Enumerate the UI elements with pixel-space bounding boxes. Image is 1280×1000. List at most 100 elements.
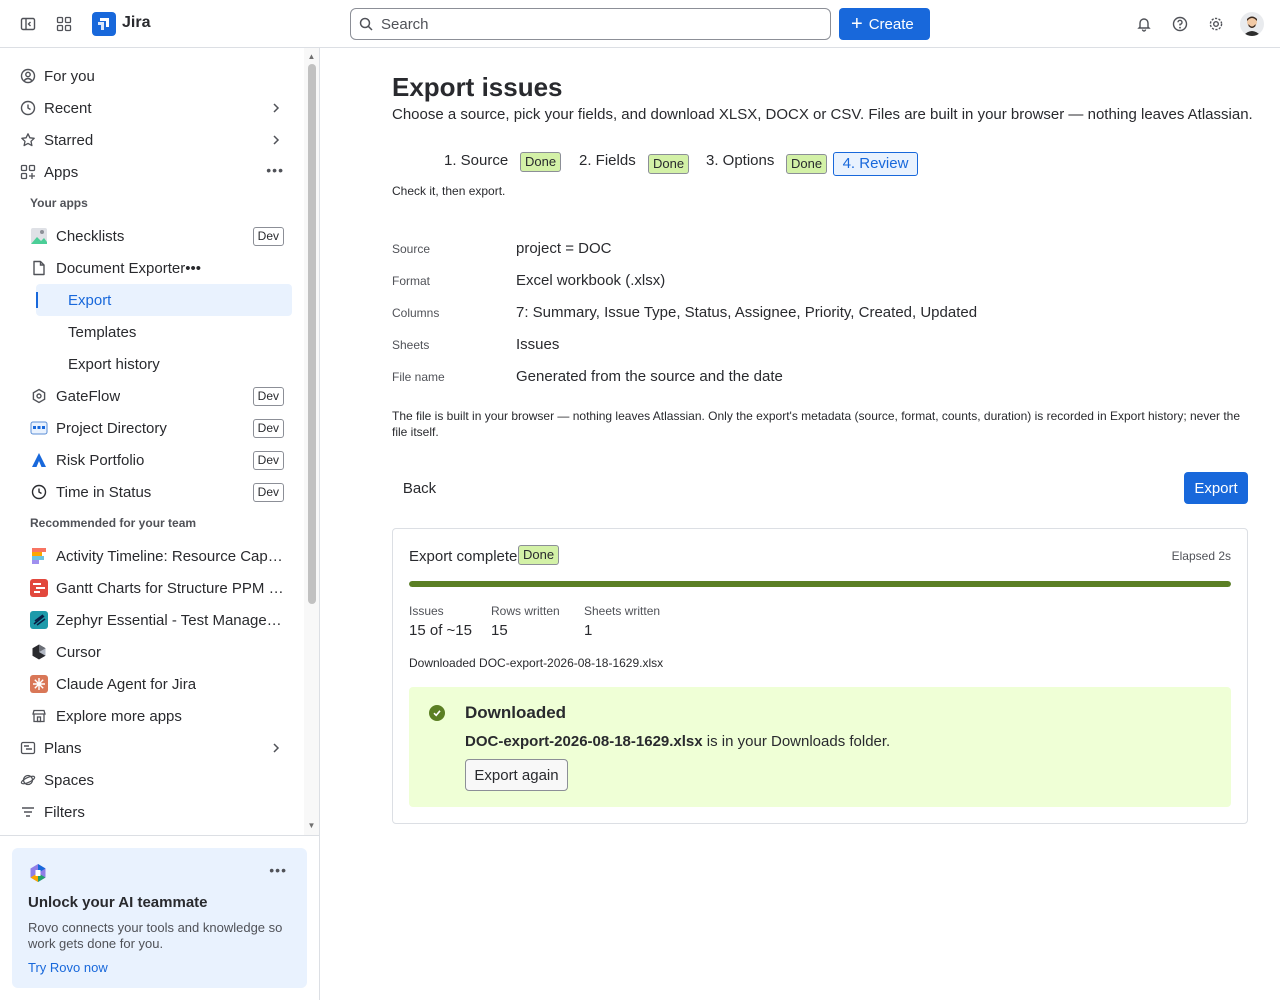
sidebar-item-gateflow[interactable]: GateFlow Dev xyxy=(24,380,292,412)
recommended-heading: Recommended for your team xyxy=(30,516,197,530)
sidebar-navigation: For you Recent Starred Apps ••• Your app… xyxy=(0,48,304,835)
rovo-promo-card: ••• Unlock your AI teammate Rovo connect… xyxy=(12,848,307,988)
dev-badge: Dev xyxy=(252,483,284,502)
sidebar-item-label: Plans xyxy=(44,739,82,757)
sidebar-item-templates[interactable]: Templates xyxy=(36,316,292,348)
privacy-note: The file is built in your browser — noth… xyxy=(392,409,1241,439)
app-label: Project Directory xyxy=(56,419,167,437)
step-review[interactable]: 4. Review xyxy=(833,152,918,176)
sidebar-item-document-exporter[interactable]: Document Exporter ••• xyxy=(24,252,292,284)
sidebar-item-starred[interactable]: Starred xyxy=(12,124,292,156)
cursor-app-icon xyxy=(30,643,48,661)
export-button[interactable]: Export xyxy=(1184,472,1248,504)
app-label: Cursor xyxy=(56,643,102,661)
stat-label-sheets: Sheets written xyxy=(584,604,661,618)
sidebar-item-risk-portfolio[interactable]: Risk Portfolio Dev xyxy=(24,444,292,476)
your-apps-heading: Your apps xyxy=(30,196,88,210)
search-input[interactable]: Search xyxy=(350,8,831,40)
more-icon[interactable]: ••• xyxy=(266,162,284,178)
sidebar-item-claude-agent[interactable]: Claude Agent for Jira xyxy=(24,668,292,700)
summary-label-columns: Columns xyxy=(392,306,440,320)
create-button[interactable]: + Create xyxy=(839,8,930,40)
chevron-right-icon[interactable] xyxy=(268,740,284,756)
step-options[interactable]: 3. Options xyxy=(706,152,774,169)
dev-badge: Dev xyxy=(252,451,284,470)
status-badge: Done xyxy=(786,154,828,174)
sidebar-item-filters[interactable]: Filters xyxy=(12,796,292,828)
scroll-up-icon[interactable]: ▲ xyxy=(307,52,316,61)
help-icon[interactable] xyxy=(1168,12,1192,36)
sidebar-item-explore-apps[interactable]: Explore more apps xyxy=(24,700,292,732)
summary-value-sheets: Issues xyxy=(516,336,560,353)
stat-value-sheets: 1 xyxy=(584,622,593,639)
stat-value-rows: 15 xyxy=(491,622,508,639)
checklists-app-icon xyxy=(30,227,48,245)
app-label: Time in Status xyxy=(56,483,152,501)
success-suffix: is in your Downloads folder. xyxy=(702,733,891,750)
sidebar-item-export-history[interactable]: Export history xyxy=(36,348,292,380)
scroll-down-icon[interactable]: ▼ xyxy=(307,821,316,830)
downloaded-file-line: Downloaded DOC-export-2026-08-18-1629.xl… xyxy=(409,656,664,670)
sidebar-item-label: Spaces xyxy=(44,771,95,789)
sidebar-item-spaces[interactable]: Spaces xyxy=(12,764,292,796)
summary-label-source: Source xyxy=(392,242,431,256)
summary-label-sheets: Sheets xyxy=(392,338,430,352)
sidebar-item-plans[interactable]: Plans xyxy=(12,732,292,764)
more-icon[interactable]: ••• xyxy=(185,260,201,277)
app-label: Claude Agent for Jira xyxy=(56,675,197,693)
sidebar-item-recent[interactable]: Recent xyxy=(12,92,292,124)
progress-bar xyxy=(409,581,1231,587)
rovo-title: Unlock your AI teammate xyxy=(28,894,208,911)
export-result-panel: Export complete Done Elapsed 2s Issues 1… xyxy=(392,528,1248,824)
sidebar-item-project-directory[interactable]: Project Directory Dev xyxy=(24,412,292,444)
sidebar: For you Recent Starred Apps ••• Your app… xyxy=(0,48,320,1000)
sidebar-item-checklists[interactable]: Checklists Dev xyxy=(24,220,292,252)
sidebar-item-apps[interactable]: Apps ••• xyxy=(12,156,292,188)
step-fields[interactable]: 2. Fields xyxy=(579,152,636,169)
summary-value-columns: 7: Summary, Issue Type, Status, Assignee… xyxy=(516,304,978,321)
sidebar-item-export[interactable]: Export xyxy=(36,284,292,316)
success-message: Downloaded DOC-export-2026-08-18-1629.xl… xyxy=(409,687,1231,807)
sidebar-item-cursor[interactable]: Cursor xyxy=(24,636,292,668)
app-label: Explore more apps xyxy=(56,707,182,725)
app-switcher-icon[interactable] xyxy=(52,12,76,36)
step-source[interactable]: 1. Source xyxy=(444,152,508,169)
risk-portfolio-app-icon xyxy=(30,451,48,469)
planet-icon xyxy=(20,772,36,788)
sidebar-toggle-icon[interactable] xyxy=(16,12,40,36)
summary-value-format: Excel workbook (.xlsx) xyxy=(516,272,666,289)
dev-badge: Dev xyxy=(252,387,284,406)
gateflow-app-icon xyxy=(30,387,48,405)
sidebar-item-zephyr[interactable]: Zephyr Essential - Test Management xyxy=(24,604,292,636)
sidebar-item-activity-timeline[interactable]: Activity Timeline: Resource Capacity Pla… xyxy=(24,540,292,572)
page-title: Export issues xyxy=(392,72,563,102)
sidebar-item-time-in-status[interactable]: Time in Status Dev xyxy=(24,476,292,508)
chevron-right-icon[interactable] xyxy=(268,100,284,116)
sidebar-scrollbar[interactable]: ▲ ▼ xyxy=(304,48,319,835)
back-button[interactable]: Back xyxy=(392,472,447,504)
create-button-label: Create xyxy=(868,15,914,33)
notifications-icon[interactable] xyxy=(1132,12,1156,36)
more-icon[interactable]: ••• xyxy=(269,862,287,878)
project-directory-app-icon xyxy=(30,419,48,437)
app-label: Risk Portfolio xyxy=(56,451,145,469)
check-circle-icon xyxy=(429,705,445,721)
scrollbar-thumb[interactable] xyxy=(308,64,316,604)
jira-logo-icon[interactable] xyxy=(92,12,116,36)
elapsed-time: Elapsed 2s xyxy=(1171,549,1231,563)
try-rovo-link[interactable]: Try Rovo now xyxy=(28,960,108,975)
zephyr-app-icon xyxy=(30,611,48,629)
search-icon xyxy=(359,17,373,31)
rovo-description: Rovo connects your tools and knowledge s… xyxy=(28,920,283,951)
avatar[interactable] xyxy=(1240,12,1264,36)
export-again-button[interactable]: Export again xyxy=(465,759,568,791)
filter-icon xyxy=(20,804,36,820)
sidebar-item-gantt-charts[interactable]: Gantt Charts for Structure PPM - Timelin… xyxy=(24,572,292,604)
chevron-right-icon[interactable] xyxy=(268,132,284,148)
settings-icon[interactable] xyxy=(1204,12,1228,36)
app-label: Document Exporter xyxy=(56,259,186,277)
step-hint: Check it, then export. xyxy=(392,184,506,198)
app-name[interactable]: Jira xyxy=(122,14,150,32)
sidebar-item-for-you[interactable]: For you xyxy=(12,60,292,92)
document-icon xyxy=(30,259,48,277)
